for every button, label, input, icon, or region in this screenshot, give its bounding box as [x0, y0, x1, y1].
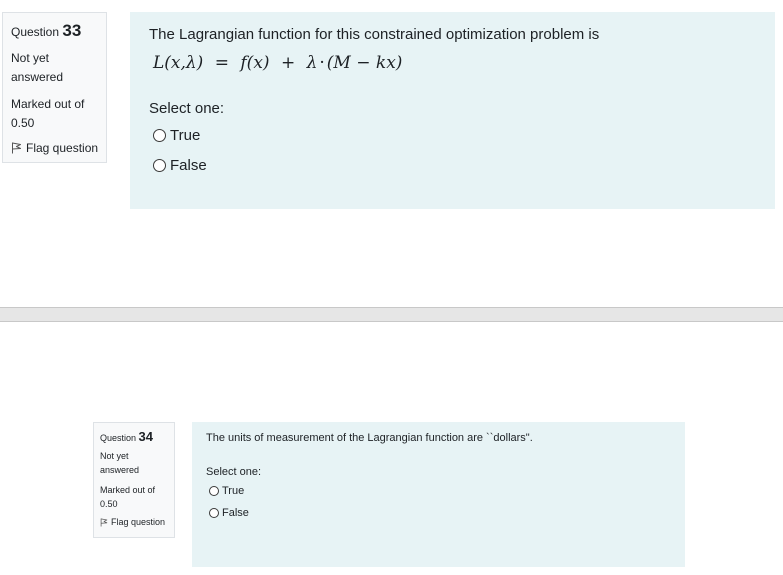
question-grade: Marked out of 0.50: [11, 95, 106, 133]
select-one-prompt: Select one:: [206, 466, 262, 478]
flag-question-link[interactable]: Flag question: [100, 517, 174, 527]
question-grade: Marked out of 0.50: [100, 483, 174, 511]
option-label: True: [170, 127, 201, 144]
flag-question-link[interactable]: Flag question: [11, 141, 106, 155]
lagrangian-formula: L(x,λ) = f(x) + λ · (M − kx): [153, 53, 775, 73]
option-label: False: [222, 507, 249, 519]
formula-dot: ·: [319, 53, 325, 73]
formula-paren: (M − kx): [326, 53, 403, 73]
option-true[interactable]: True: [153, 127, 775, 144]
question-label: Question: [100, 433, 137, 443]
question-text: The units of measurement of the Lagrangi…: [206, 432, 533, 444]
question-number: Question 34: [100, 429, 174, 444]
formula-plus: +: [280, 53, 296, 73]
marks-line-2: 0.50: [11, 116, 35, 130]
question-33-content: The Lagrangian function for this constra…: [130, 12, 775, 209]
status-line-1: Not yet: [100, 451, 129, 461]
option-label: False: [170, 157, 207, 174]
question-label: Question: [11, 25, 60, 39]
formula-equals: =: [214, 53, 229, 73]
radio-button[interactable]: [209, 508, 219, 518]
question-number-value: 34: [138, 429, 154, 444]
formula-lambda: λ: [306, 53, 318, 73]
question-34-content: The units of measurement of the Lagrangi…: [192, 422, 685, 567]
flag-question-label: Flag question: [26, 141, 99, 155]
question-number: Question 33: [11, 21, 106, 41]
question-state: Not yet answered: [100, 449, 174, 477]
question-text: The Lagrangian function for this constra…: [149, 26, 600, 43]
option-false[interactable]: False: [209, 507, 685, 519]
status-line-2: answered: [11, 70, 64, 84]
option-label: True: [222, 485, 245, 497]
formula-lhs: L(x,λ): [153, 53, 204, 73]
flag-icon: [11, 142, 26, 154]
flag-question-label: Flag question: [111, 517, 166, 527]
marks-line-1: Marked out of: [11, 97, 85, 111]
marks-line-2: 0.50: [100, 499, 118, 509]
radio-button[interactable]: [209, 486, 219, 496]
status-line-1: Not yet: [11, 51, 50, 65]
status-line-2: answered: [100, 465, 140, 475]
question-34-info: Question 34 Not yet answered Marked out …: [93, 422, 175, 538]
radio-button[interactable]: [153, 159, 166, 172]
question-33-info: Question 33 Not yet answered Marked out …: [2, 12, 107, 163]
select-one-prompt: Select one:: [149, 100, 225, 117]
option-false[interactable]: False: [153, 157, 775, 174]
question-state: Not yet answered: [11, 49, 106, 87]
formula-f: f(x): [240, 53, 270, 73]
page-divider: [0, 307, 783, 322]
question-number-value: 33: [62, 21, 82, 40]
radio-button[interactable]: [153, 129, 166, 142]
flag-icon: [100, 518, 111, 527]
marks-line-1: Marked out of: [100, 485, 156, 495]
option-true[interactable]: True: [209, 485, 685, 497]
